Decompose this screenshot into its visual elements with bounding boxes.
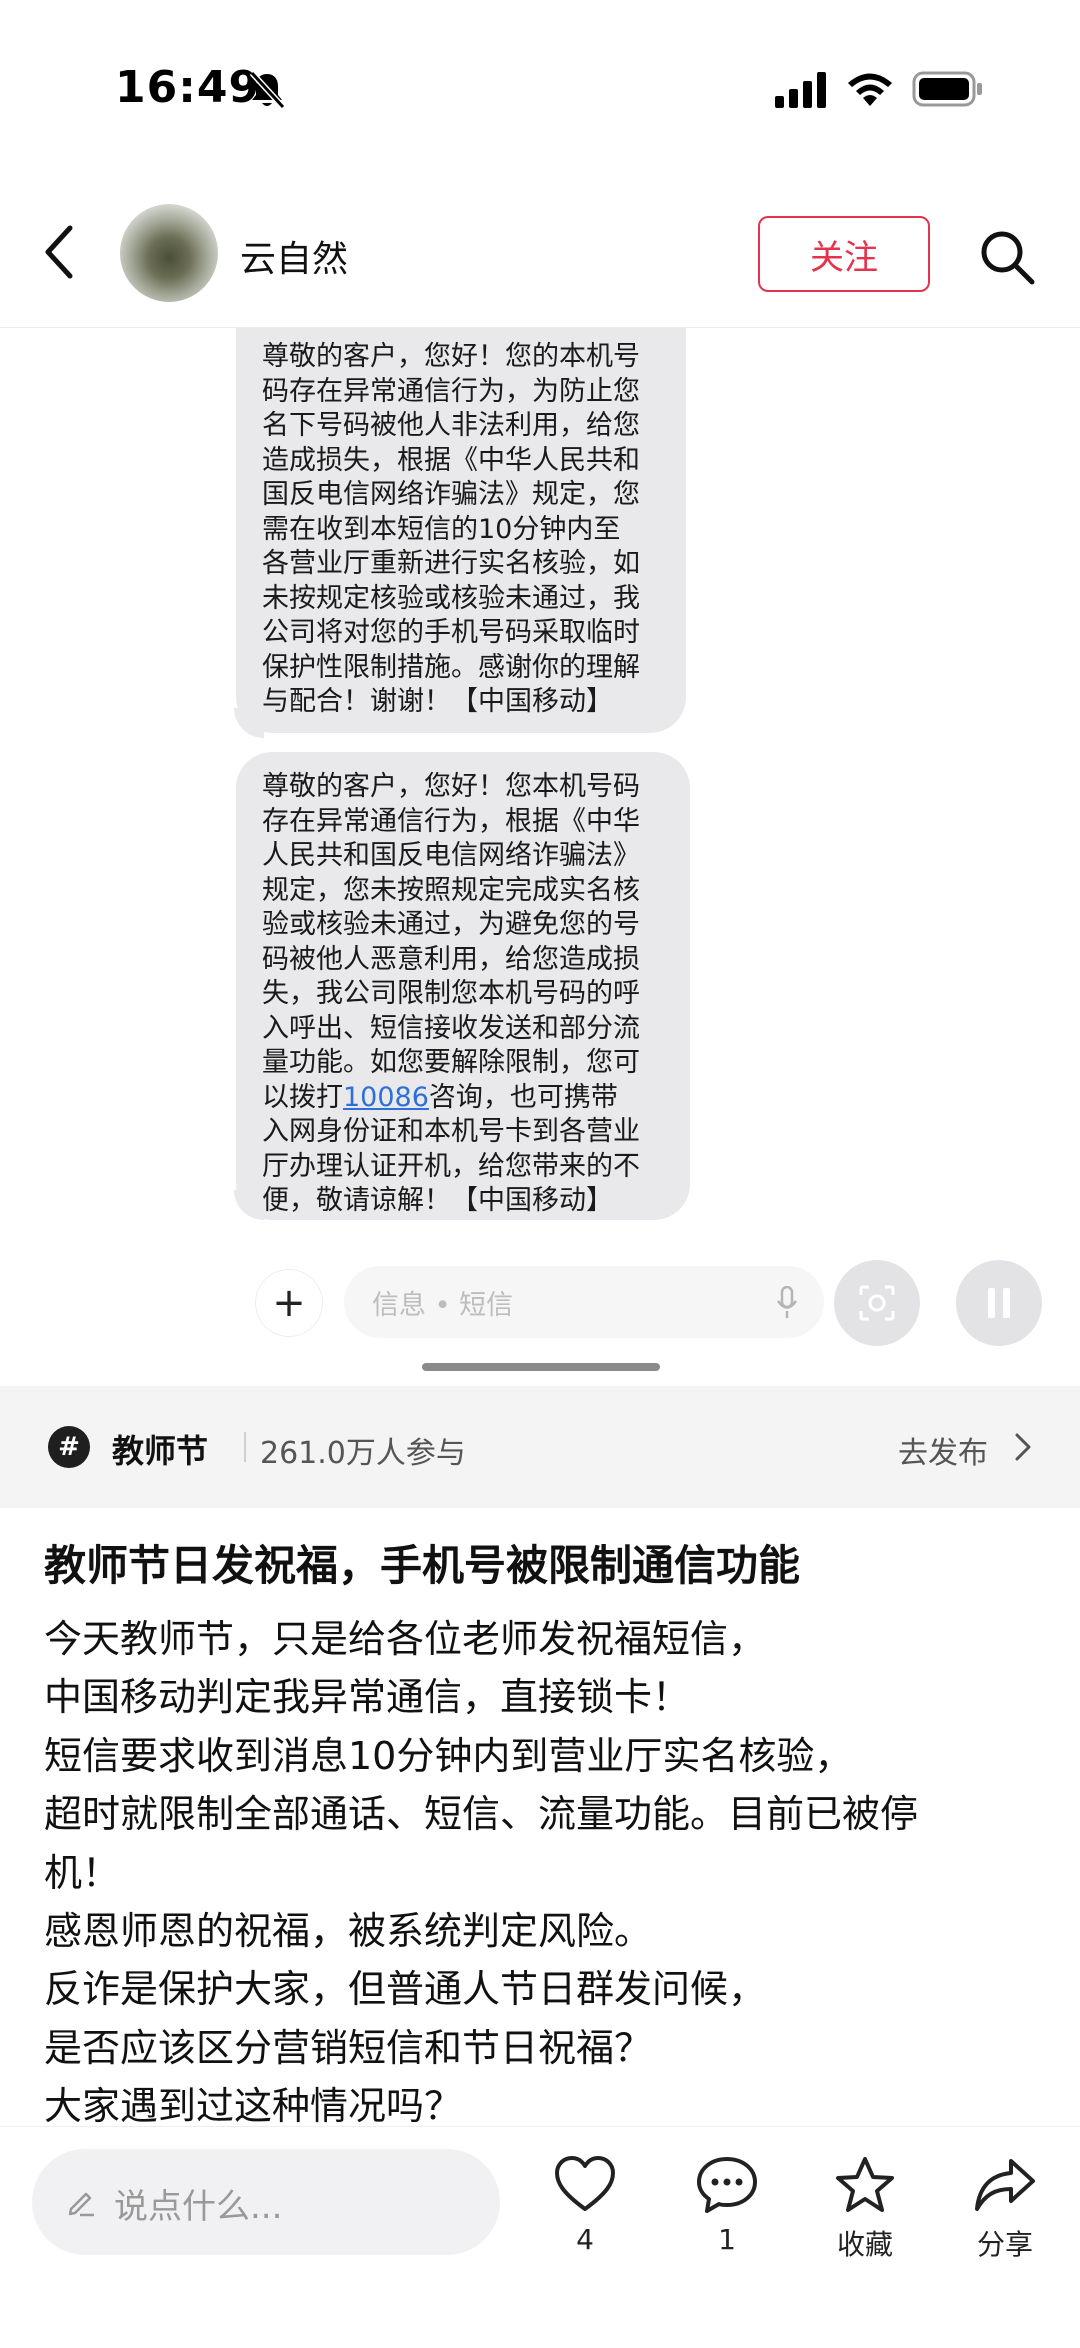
heart-icon	[555, 2156, 615, 2211]
sms-bubble-1: 尊敬的客户，您好！您的本机号 码存在异常通信行为，为防止您 名下号码被他人非法利…	[236, 328, 686, 733]
home-indicator	[422, 1363, 660, 1371]
post-line: 机！	[44, 1850, 121, 1895]
phone-number-link[interactable]: 10086	[343, 1082, 429, 1113]
sms-input-placeholder: 信息 • 短信	[372, 1289, 514, 1321]
topic-participants: 261.0万人参与	[260, 1436, 466, 1471]
battery-icon	[912, 71, 982, 107]
pencil-icon	[68, 2192, 94, 2217]
search-icon[interactable]	[978, 228, 1036, 286]
share-label: 分享	[976, 2228, 1033, 2261]
author-avatar[interactable]	[120, 204, 218, 302]
sms-bubble-2: 尊敬的客户，您好！您本机号码 存在异常通信行为，根据《中华 人民共和国反电信网络…	[236, 752, 690, 1220]
share-arrow-icon	[975, 2159, 1035, 2211]
cellular-signal-icon	[775, 72, 826, 108]
comment-placeholder: 说点什么...	[114, 2187, 283, 2227]
sms-input-row: + 信息 • 短信	[0, 1258, 1080, 1348]
status-bar: 16:49	[0, 0, 1080, 180]
divider	[244, 1432, 246, 1462]
post-header: 云自然 关注	[0, 180, 1080, 328]
bottom-action-bar: 说点什么... 4 1 收藏 分享	[0, 2126, 1080, 2348]
share-button[interactable]: 分享	[950, 2155, 1060, 2263]
post-title: 教师节日发祝福，手机号被限制通信功能	[44, 1541, 801, 1590]
plus-icon: +	[256, 1270, 322, 1336]
back-arrow-icon[interactable]	[40, 220, 80, 284]
post-line: 今天教师节，只是给各位老师发祝福短信，	[44, 1617, 767, 1661]
follow-button[interactable]: 关注	[758, 216, 930, 292]
pause-icon	[956, 1260, 1042, 1346]
comment-input[interactable]: 说点什么...	[32, 2149, 500, 2255]
post-line: 反诈是保护大家，但普通人节日群发问候，	[44, 1967, 767, 2012]
sms-text: 尊敬的客户，您好！您本机号码 存在异常通信行为，根据《中华 人民共和国反电信网络…	[262, 771, 640, 1113]
comment-button[interactable]: 1	[672, 2155, 782, 2256]
topic-bar[interactable]: # 教师节 261.0万人参与 去发布	[0, 1386, 1080, 1508]
post-line: 中国移动判定我异常通信，直接锁卡！	[44, 1675, 691, 1720]
go-publish-link[interactable]: 去发布	[898, 1428, 988, 1472]
wifi-icon	[848, 73, 892, 106]
comment-count: 1	[718, 2223, 736, 2256]
like-button[interactable]: 4	[530, 2155, 640, 2256]
camera-scan-icon	[834, 1260, 920, 1346]
topic-name[interactable]: 教师节	[112, 1426, 208, 1472]
post-body: 今天教师节，只是给各位老师发祝福短信， 中国移动判定我异常通信，直接锁卡！ 短信…	[44, 1610, 1044, 2136]
post-line: 超时就限制全部通话、短信、流量功能。目前已被停	[44, 1792, 919, 1837]
post-line: 短信要求收到消息10分钟内到营业厅实名核验，	[44, 1733, 853, 1778]
star-icon	[836, 2157, 894, 2212]
favorite-label: 收藏	[836, 2228, 893, 2261]
author-name[interactable]: 云自然	[240, 230, 348, 282]
bell-off-icon	[249, 70, 286, 110]
sms-input-field: 信息 • 短信	[344, 1266, 824, 1338]
post-line: 是否应该区分营销短信和节日祝福？	[44, 2025, 653, 2070]
chevron-right-icon[interactable]	[1014, 1432, 1032, 1462]
hashtag-icon: #	[48, 1426, 90, 1468]
message-screenshot: 尊敬的客户，您好！您的本机号 码存在异常通信行为，为防止您 名下号码被他人非法利…	[0, 328, 1080, 1386]
post-line: 感恩师恩的祝福，被系统判定风险。	[44, 1909, 653, 1954]
like-count: 4	[576, 2223, 594, 2256]
favorite-button[interactable]: 收藏	[810, 2155, 920, 2263]
comment-bubble-icon	[697, 2157, 757, 2213]
microphone-icon	[776, 1286, 798, 1318]
status-time: 16:49	[115, 62, 261, 113]
